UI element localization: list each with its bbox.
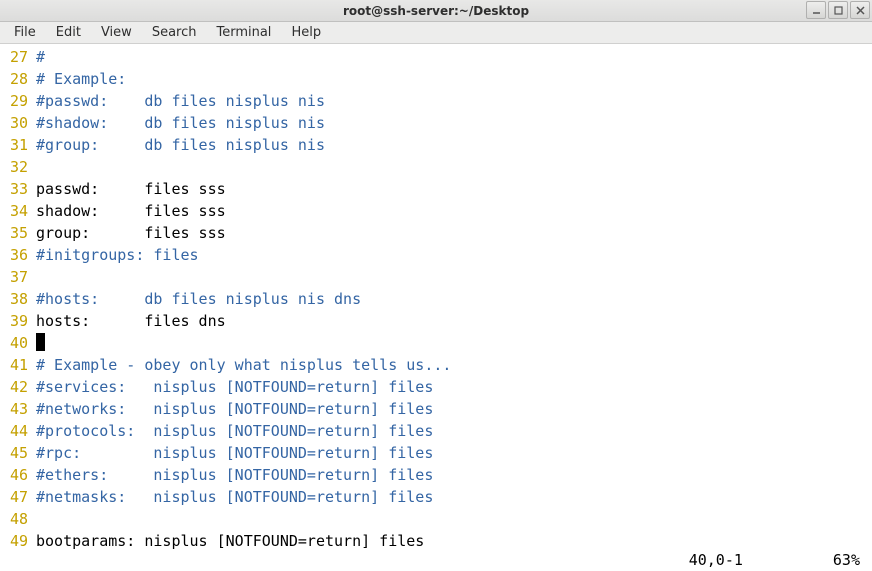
editor-line: 43#networks: nisplus [NOTFOUND=return] f…	[0, 398, 872, 420]
editor-line: 33passwd: files sss	[0, 178, 872, 200]
line-content: #ethers: nisplus [NOTFOUND=return] files	[28, 464, 433, 486]
editor-line: 31#group: db files nisplus nis	[0, 134, 872, 156]
editor-line: 29#passwd: db files nisplus nis	[0, 90, 872, 112]
editor-line: 48	[0, 508, 872, 530]
menu-file[interactable]: File	[4, 23, 46, 42]
line-content: #passwd: db files nisplus nis	[28, 90, 325, 112]
line-number: 46	[0, 464, 28, 486]
close-button[interactable]	[850, 1, 870, 19]
editor-line: 35group: files sss	[0, 222, 872, 244]
status-bar: 40,0-1 63%	[0, 549, 872, 571]
line-content: #initgroups: files	[28, 244, 199, 266]
line-content: #protocols: nisplus [NOTFOUND=return] fi…	[28, 420, 433, 442]
line-number: 48	[0, 508, 28, 530]
editor-line: 47#netmasks: nisplus [NOTFOUND=return] f…	[0, 486, 872, 508]
line-content: # Example:	[28, 68, 126, 90]
menu-edit[interactable]: Edit	[46, 23, 91, 42]
editor-line: 37	[0, 266, 872, 288]
editor-line: 34shadow: files sss	[0, 200, 872, 222]
editor-line: 46#ethers: nisplus [NOTFOUND=return] fil…	[0, 464, 872, 486]
line-number: 36	[0, 244, 28, 266]
editor-line: 32	[0, 156, 872, 178]
menu-search[interactable]: Search	[142, 23, 207, 42]
menu-terminal[interactable]: Terminal	[206, 23, 281, 42]
line-number: 30	[0, 112, 28, 134]
line-number: 33	[0, 178, 28, 200]
line-number: 29	[0, 90, 28, 112]
line-content: group: files sss	[28, 222, 226, 244]
window-title: root@ssh-server:~/Desktop	[343, 4, 529, 18]
line-content: #shadow: db files nisplus nis	[28, 112, 325, 134]
editor-line: 44#protocols: nisplus [NOTFOUND=return] …	[0, 420, 872, 442]
line-content: #rpc: nisplus [NOTFOUND=return] files	[28, 442, 433, 464]
line-number: 42	[0, 376, 28, 398]
line-content: #networks: nisplus [NOTFOUND=return] fil…	[28, 398, 433, 420]
editor-line: 45#rpc: nisplus [NOTFOUND=return] files	[0, 442, 872, 464]
maximize-button[interactable]	[828, 1, 848, 19]
editor-line: 28# Example:	[0, 68, 872, 90]
editor-line: 38#hosts: db files nisplus nis dns	[0, 288, 872, 310]
line-number: 35	[0, 222, 28, 244]
editor-line: 40	[0, 332, 872, 354]
line-number: 28	[0, 68, 28, 90]
line-number: 41	[0, 354, 28, 376]
line-content	[28, 156, 36, 178]
editor-line: 27#	[0, 46, 872, 68]
line-number: 43	[0, 398, 28, 420]
menubar: File Edit View Search Terminal Help	[0, 22, 872, 44]
line-number: 40	[0, 332, 28, 354]
line-content: #	[28, 46, 45, 68]
line-number: 39	[0, 310, 28, 332]
line-content: #services: nisplus [NOTFOUND=return] fil…	[28, 376, 433, 398]
line-content	[28, 508, 36, 530]
line-number: 27	[0, 46, 28, 68]
menu-help[interactable]: Help	[281, 23, 331, 42]
line-content: shadow: files sss	[28, 200, 226, 222]
line-number: 31	[0, 134, 28, 156]
cursor-position: 40,0-1	[689, 551, 743, 569]
window-titlebar: root@ssh-server:~/Desktop	[0, 0, 872, 22]
editor-line: 30#shadow: db files nisplus nis	[0, 112, 872, 134]
editor-area[interactable]: 27#28# Example:29#passwd: db files nispl…	[0, 44, 872, 552]
line-content	[28, 332, 45, 354]
line-number: 44	[0, 420, 28, 442]
line-number: 32	[0, 156, 28, 178]
line-content: #group: db files nisplus nis	[28, 134, 325, 156]
line-number: 45	[0, 442, 28, 464]
menu-view[interactable]: View	[91, 23, 142, 42]
line-number: 37	[0, 266, 28, 288]
editor-line: 42#services: nisplus [NOTFOUND=return] f…	[0, 376, 872, 398]
scroll-percent: 63%	[833, 551, 860, 569]
minimize-button[interactable]	[806, 1, 826, 19]
line-number: 47	[0, 486, 28, 508]
line-number: 38	[0, 288, 28, 310]
line-content: #hosts: db files nisplus nis dns	[28, 288, 361, 310]
editor-line: 36#initgroups: files	[0, 244, 872, 266]
line-content: passwd: files sss	[28, 178, 226, 200]
window-controls	[806, 1, 870, 19]
line-content: #netmasks: nisplus [NOTFOUND=return] fil…	[28, 486, 433, 508]
line-number: 34	[0, 200, 28, 222]
editor-line: 41# Example - obey only what nisplus tel…	[0, 354, 872, 376]
line-content: # Example - obey only what nisplus tells…	[28, 354, 451, 376]
line-content: hosts: files dns	[28, 310, 226, 332]
line-content	[28, 266, 36, 288]
editor-line: 39hosts: files dns	[0, 310, 872, 332]
text-cursor	[36, 333, 45, 351]
